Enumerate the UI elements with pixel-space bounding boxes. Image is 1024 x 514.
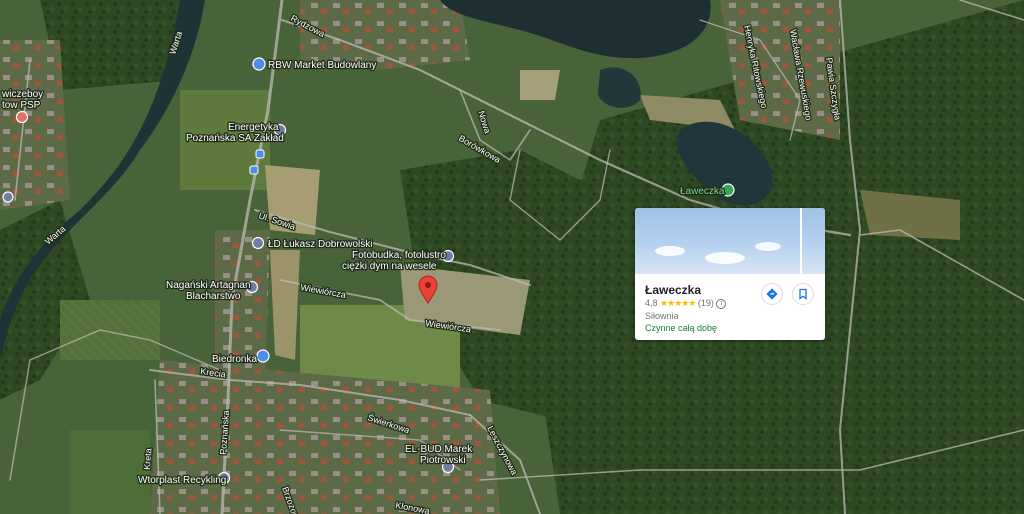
info-icon[interactable]: i	[716, 298, 727, 309]
poi-label-fotobudka-2: ciężki dym na wesele	[342, 261, 437, 272]
poi-wtorplast[interactable]: Wtorplast Recykling	[137, 471, 231, 487]
bus-stop-icon[interactable]	[249, 165, 259, 175]
place-hours: Czynne całą dobę	[645, 323, 718, 333]
road-label-kreta: Kreta	[142, 448, 153, 470]
place-category: Siłownia	[645, 311, 679, 321]
review-count[interactable]: (19)	[698, 298, 714, 308]
field-west	[60, 300, 160, 360]
place-card[interactable]: Ławeczka 4,8 ★★★★★ (19) i Siłownia Czynn…	[635, 208, 825, 340]
sand-clearing-2	[270, 250, 300, 360]
field-southwest	[70, 430, 150, 514]
poi-label-rbw: RBW Market Budowlany	[268, 60, 376, 71]
map-poi-icon	[15, 110, 29, 124]
poi-label-laweczka: Ławeczka	[680, 186, 725, 197]
poi-label-naganski-2: Blacharstwo	[186, 291, 241, 302]
poi-label-left-1: wiczeboy	[1, 89, 43, 100]
photo-cloud	[755, 242, 781, 251]
directions-icon	[766, 288, 778, 300]
rating-value: 4,8	[645, 298, 658, 308]
shop-icon	[252, 57, 266, 71]
residential-village	[0, 40, 70, 210]
save-button[interactable]	[792, 283, 814, 305]
place-name[interactable]: Ławeczka	[645, 283, 701, 297]
poi-label-left-2: tow PSP	[2, 100, 41, 111]
poi-ld-lukasz[interactable]: ŁD Łukasz Dobrowolski	[251, 236, 374, 251]
photo-divider	[800, 208, 802, 274]
rating-stars-icon: ★★★★★	[660, 298, 696, 308]
poi-rbw[interactable]: RBW Market Budowlany	[252, 57, 378, 72]
satellite-map[interactable]: Rydzowa Warta Warta Borówkowa Nowa Ul. S…	[0, 0, 1024, 514]
bus-stop-icon[interactable]	[255, 149, 265, 159]
poi-label-el-bud-1: EL-BUD Marek	[405, 444, 473, 455]
place-photo[interactable]	[635, 208, 825, 274]
shop-icon	[256, 349, 270, 363]
poi-laweczka[interactable]: Ławeczka	[679, 183, 735, 198]
poi-label-el-bud-2: Piotrowski	[420, 455, 466, 466]
poi-label-wtorplast: Wtorplast Recykling	[138, 475, 226, 486]
poi-label-energetyka-2: Poznańska SA Zakład	[186, 133, 284, 144]
poi-label-naganski-1: Nagański Artagnan	[166, 280, 251, 291]
rating-row: 4,8 ★★★★★ (19) i	[645, 298, 727, 309]
bookmark-icon	[799, 288, 807, 300]
directions-button[interactable]	[761, 283, 783, 305]
sand-clearing-4	[520, 70, 560, 100]
photo-cloud	[705, 252, 745, 264]
poi-label-fotobudka-1: Fotobudka, fotolustro	[352, 250, 446, 261]
pin-dot	[425, 282, 431, 288]
map-poi-icon	[251, 236, 265, 250]
poi-label-biedronka: Biedronka	[212, 354, 257, 365]
map-poi-icon	[2, 191, 14, 203]
poi-label-energetyka-1: Energetyka	[228, 122, 279, 133]
photo-cloud	[655, 246, 685, 256]
poi-label-ld-lukasz: ŁD Łukasz Dobrowolski	[268, 239, 373, 250]
